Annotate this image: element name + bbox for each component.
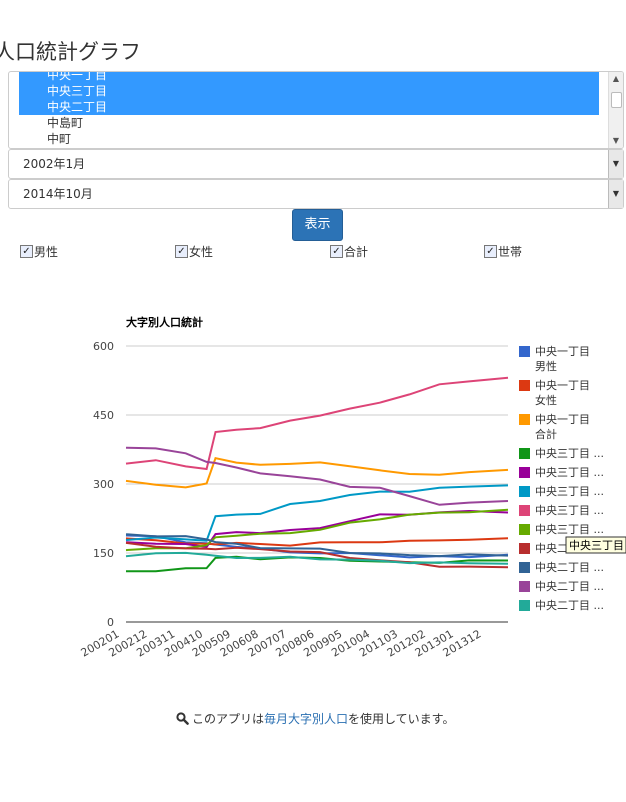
series-line bbox=[125, 446, 509, 506]
series-line bbox=[125, 457, 509, 489]
legend-label: 中央三丁目 ... bbox=[535, 523, 604, 536]
legend-label: 男性 bbox=[535, 359, 557, 373]
page-title: 人口統計グラフ bbox=[0, 40, 141, 64]
legend-label: 合計 bbox=[535, 427, 557, 441]
legend-swatch bbox=[519, 467, 530, 478]
end-month-value: 2014年10月 bbox=[23, 187, 93, 201]
listbox-scrollbar[interactable]: ▲ ▼ bbox=[608, 72, 623, 148]
checkbox-label: 世帯 bbox=[498, 245, 523, 259]
population-line-chart: 大字別人口統計015030045060020020120021220031120… bbox=[79, 315, 626, 660]
checkbox-icon[interactable]: ✓ bbox=[175, 245, 188, 258]
checkbox-icon[interactable]: ✓ bbox=[330, 245, 343, 258]
legend-swatch bbox=[519, 505, 530, 516]
legend-label: 中央二丁目 ... bbox=[535, 580, 604, 593]
list-item[interactable]: 中央三丁目 bbox=[19, 83, 599, 99]
list-item[interactable]: 中島町 bbox=[19, 115, 599, 131]
legend-label: 中央一丁目 bbox=[535, 379, 590, 392]
legend-label: 中央三丁目 ... bbox=[535, 466, 604, 479]
start-month-select[interactable]: 2002年1月 ▼ bbox=[8, 149, 624, 179]
legend-label: 中央一丁目 bbox=[535, 345, 590, 358]
display-button[interactable]: 表示 bbox=[292, 209, 343, 241]
scroll-down-icon[interactable]: ▼ bbox=[609, 134, 623, 148]
dropdown-arrow-icon[interactable]: ▼ bbox=[608, 180, 623, 208]
checkbox-female[interactable]: ✓ 女性 bbox=[175, 243, 213, 260]
checkbox-male[interactable]: ✓ 男性 bbox=[20, 243, 58, 260]
scroll-thumb[interactable] bbox=[611, 92, 622, 108]
legend-swatch bbox=[519, 414, 530, 425]
legend-label: 中央三丁目 ... bbox=[535, 485, 604, 498]
legend-label: 中央三丁目 ... bbox=[535, 447, 604, 460]
y-tick-label: 450 bbox=[93, 409, 114, 422]
footer-suffix: を使用しています。 bbox=[348, 712, 455, 726]
legend-swatch bbox=[519, 486, 530, 497]
checkbox-household[interactable]: ✓ 世帯 bbox=[484, 243, 522, 260]
y-tick-label: 600 bbox=[93, 340, 114, 353]
checkbox-label: 女性 bbox=[189, 245, 214, 259]
legend-label: 中央二丁目 ... bbox=[535, 561, 604, 574]
footer-note: このアプリは 毎月大字別人口 を使用しています。 bbox=[176, 710, 454, 727]
legend-label: 中央三丁目 ... bbox=[535, 504, 604, 517]
list-item[interactable]: 中央一丁目 bbox=[19, 72, 599, 83]
y-tick-label: 0 bbox=[107, 616, 114, 629]
legend-swatch bbox=[519, 600, 530, 611]
y-tick-label: 150 bbox=[93, 547, 114, 560]
legend-label: 中央一丁目 bbox=[535, 413, 590, 426]
scroll-up-icon[interactable]: ▲ bbox=[609, 72, 623, 86]
legend-swatch bbox=[519, 346, 530, 357]
series-line bbox=[125, 376, 509, 471]
start-month-value: 2002年1月 bbox=[23, 157, 86, 171]
search-icon bbox=[176, 712, 189, 725]
checkbox-total[interactable]: ✓ 合計 bbox=[330, 243, 368, 260]
legend-swatch bbox=[519, 448, 530, 459]
checkbox-icon[interactable]: ✓ bbox=[484, 245, 497, 258]
list-item[interactable]: 中央二丁目 bbox=[19, 99, 599, 115]
legend-swatch bbox=[519, 524, 530, 535]
legend-swatch bbox=[519, 543, 530, 554]
list-item[interactable]: 中町 bbox=[19, 131, 599, 147]
footer-prefix: このアプリは bbox=[192, 712, 265, 726]
dropdown-arrow-icon[interactable]: ▼ bbox=[608, 150, 623, 178]
checkbox-label: 合計 bbox=[344, 245, 369, 259]
legend-label: 中央二丁目 ... bbox=[535, 599, 604, 612]
legend-swatch bbox=[519, 562, 530, 573]
chart-title: 大字別人口統計 bbox=[126, 315, 203, 329]
checkbox-label: 男性 bbox=[34, 245, 59, 259]
legend-label: 女性 bbox=[535, 393, 557, 407]
legend-swatch bbox=[519, 581, 530, 592]
tooltip-text: 中央三丁目 bbox=[569, 539, 624, 552]
legend-swatch bbox=[519, 380, 530, 391]
end-month-select[interactable]: 2014年10月 ▼ bbox=[8, 179, 624, 209]
y-tick-label: 300 bbox=[93, 478, 114, 491]
checkbox-icon[interactable]: ✓ bbox=[20, 245, 33, 258]
source-link[interactable]: 毎月大字別人口 bbox=[264, 710, 348, 727]
area-listbox[interactable]: 中央一丁目 中央三丁目 中央二丁目 中島町 中町 ▲ ▼ bbox=[8, 71, 624, 149]
